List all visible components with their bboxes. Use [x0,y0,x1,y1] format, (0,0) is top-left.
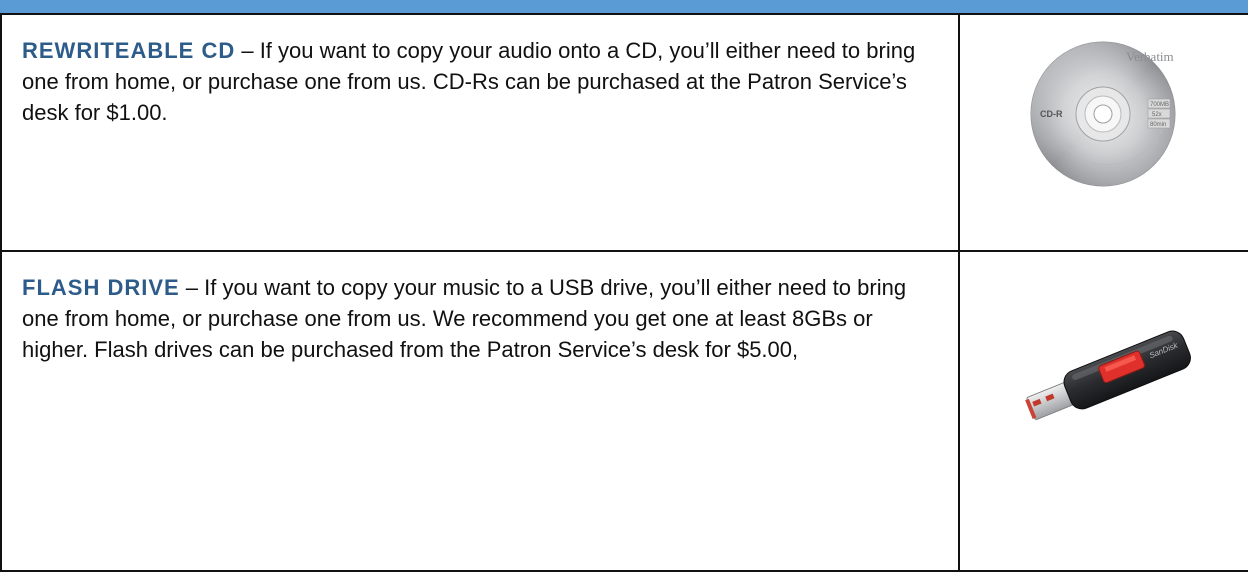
cd-spec-capacity: 700MB [1150,102,1169,108]
item-term: FLASH DRIVE [22,275,180,300]
table-header-band [0,0,1248,14]
description-cell: FLASH DRIVE – If you want to copy your m… [0,250,960,572]
cd-spec-length: 80min [1150,122,1166,128]
supplies-table: REWRITEABLE CD – If you want to copy you… [0,13,1248,572]
table-row: REWRITEABLE CD – If you want to copy you… [0,13,1248,252]
cd-icon: Verbatim CD-R 700MB 52x 80min [1028,39,1178,189]
item-term: REWRITEABLE CD [22,38,236,63]
cd-type-label: CD-R [1040,109,1063,119]
row-text: REWRITEABLE CD – If you want to copy you… [2,15,958,128]
cd-brand-label: Verbatim [1126,49,1174,64]
usb-flash-drive-icon: SanDisk [1018,316,1196,436]
cd-spec-speed: 52x [1152,112,1162,118]
document-page: REWRITEABLE CD – If you want to copy you… [0,0,1248,572]
description-cell: REWRITEABLE CD – If you want to copy you… [0,13,960,252]
table-row: FLASH DRIVE – If you want to copy your m… [0,250,1248,572]
row-text: FLASH DRIVE – If you want to copy your m… [2,252,958,365]
term-separator: – [235,38,260,63]
image-cell: SanDisk [958,250,1248,572]
image-cell: Verbatim CD-R 700MB 52x 80min [958,13,1248,252]
term-separator: – [179,275,205,300]
